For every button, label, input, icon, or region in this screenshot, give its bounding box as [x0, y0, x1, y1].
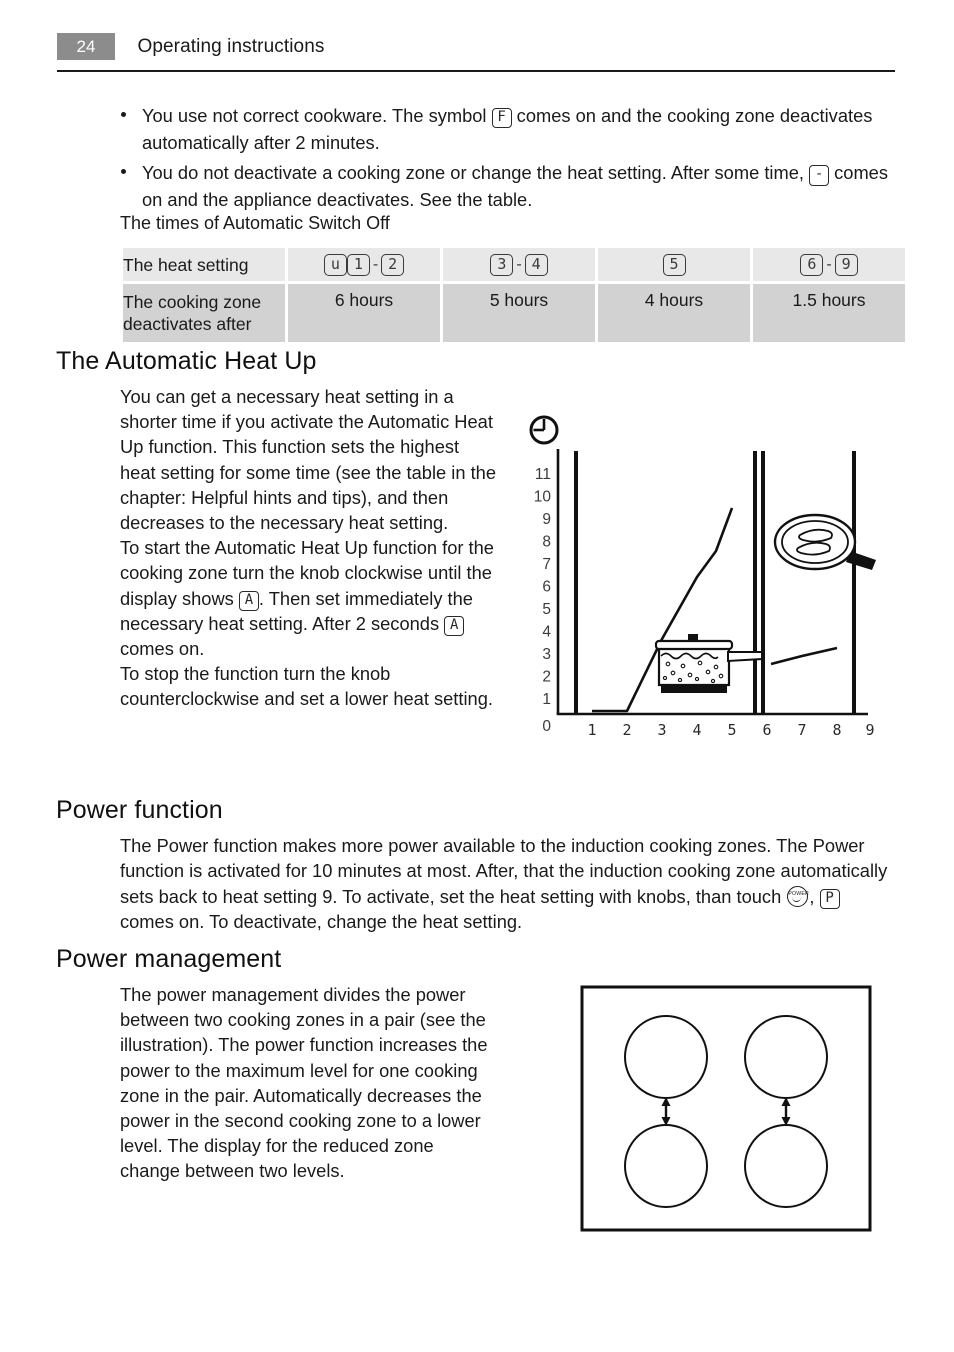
range-separator: -: [516, 256, 522, 273]
automatic-heat-up-chart: 11 10 9 8 7 6 5 4 3 2 1 0 1 2 3 4 5 6 7 …: [520, 405, 898, 760]
display-symbol-f: F: [491, 108, 512, 128]
table-row-heat-setting: The heat setting u1-2 3-4 5 6-9: [123, 248, 905, 281]
display-symbol: u: [323, 254, 347, 276]
bullet-dot-icon: [121, 169, 126, 174]
svg-text:5: 5: [727, 721, 736, 739]
svg-text:8: 8: [832, 721, 841, 739]
display-symbol: 5: [662, 254, 686, 276]
paragraph: You can get a necessary heat setting in …: [120, 386, 496, 534]
section-heading-power-function: Power function: [56, 796, 223, 824]
paragraph: To start the Automatic Heat Up function …: [120, 535, 498, 661]
svg-text:2: 2: [622, 721, 631, 739]
table-row-deactivation-time: The cooking zone deactivates after 6 hou…: [123, 284, 905, 342]
svg-text:7: 7: [797, 721, 806, 739]
page-header: 24 Operating instructions: [57, 33, 897, 73]
range-separator: -: [372, 256, 379, 273]
svg-text:1: 1: [587, 721, 596, 739]
svg-text:6: 6: [762, 721, 771, 739]
section-heading-automatic-heat-up: The Automatic Heat Up: [56, 347, 317, 375]
paragraph-text: The Power function makes more power avai…: [120, 835, 888, 907]
chart-y-tick-labels: 11 10 9 8 7 6 5 4 3 2 1 0: [534, 466, 552, 735]
svg-text:7: 7: [542, 556, 551, 573]
row-header-heat-setting: The heat setting: [123, 248, 285, 281]
section-heading-power-management: Power management: [56, 945, 282, 973]
table-cell-heat-setting-3: 5: [598, 248, 750, 281]
svg-text:0: 0: [542, 718, 551, 735]
display-symbol-p: P: [819, 888, 840, 909]
table-caption: The times of Automatic Switch Off: [120, 213, 390, 233]
table-cell-time-4: 1.5 hours: [753, 284, 905, 342]
svg-text:8: 8: [542, 534, 551, 551]
svg-text:5: 5: [542, 601, 551, 618]
svg-text:6: 6: [542, 579, 551, 596]
bullet-text-before: You use not correct cookware. The symbol: [142, 105, 487, 126]
frying-pan-icon: [773, 513, 876, 571]
svg-text:4: 4: [692, 721, 701, 739]
display-symbol-dash: -: [809, 165, 830, 186]
svg-text:3: 3: [657, 721, 666, 739]
row-header-deactivates-after: The cooking zone deactivates after: [123, 284, 285, 342]
display-symbol-a: A: [444, 615, 465, 636]
chart-series-normal-heating: [770, 646, 838, 666]
table-cell-time-1: 6 hours: [288, 284, 440, 342]
page-number-badge: 24: [57, 33, 115, 60]
saucepan-icon: [654, 634, 763, 693]
table-cell-heat-setting-1: u1-2: [288, 248, 440, 281]
hob-illustration: [580, 985, 872, 1232]
svg-text:9: 9: [542, 511, 551, 528]
power-icon-label: POWER: [788, 890, 809, 897]
table-cell-time-3: 4 hours: [598, 284, 750, 342]
bullet-text-before: You do not deactivate a cooking zone or …: [142, 162, 804, 183]
section-body-power-function: The Power function makes more power avai…: [120, 833, 896, 935]
svg-text:1: 1: [542, 691, 551, 708]
list-item: You do not deactivate a cooking zone or …: [118, 160, 896, 213]
table-cell-time-2: 5 hours: [443, 284, 595, 342]
document-page: 24 Operating instructions You use not co…: [0, 0, 954, 1352]
display-symbol-a: A: [238, 590, 259, 611]
svg-text:4: 4: [542, 624, 551, 641]
clock-icon: [529, 415, 559, 445]
display-symbol: 3: [490, 254, 514, 276]
page-title: Operating instructions: [137, 36, 325, 57]
header-divider: [57, 70, 895, 72]
section-body-automatic-heat-up: You can get a necessary heat setting in …: [120, 384, 498, 712]
display-symbol: 2: [381, 254, 405, 276]
display-symbol: 6: [800, 254, 824, 276]
display-symbol: 9: [834, 254, 858, 276]
svg-text:11: 11: [535, 466, 551, 483]
table-cell-heat-setting-4: 6-9: [753, 248, 905, 281]
paragraph: To stop the function turn the knob count…: [120, 663, 493, 710]
power-touch-icon: POWER: [787, 885, 809, 907]
table-cell-heat-setting-2: 3-4: [443, 248, 595, 281]
svg-text:2: 2: [542, 669, 551, 686]
svg-text:10: 10: [534, 489, 552, 506]
section-body-power-management: The power management divides the power b…: [120, 984, 488, 1182]
display-symbol: 1: [346, 254, 370, 276]
paragraph-text: comes on.: [120, 638, 205, 660]
switch-off-times-table: The heat setting u1-2 3-4 5 6-9 The cook…: [120, 245, 908, 345]
display-symbol: 4: [524, 254, 548, 276]
chart-x-tick-labels: 1 2 3 4 5 6 7 8 9: [587, 721, 874, 739]
bullet-dot-icon: [121, 112, 126, 117]
svg-text:3: 3: [542, 646, 551, 663]
range-separator: -: [826, 256, 832, 273]
power-icon-chevron: [791, 897, 801, 903]
paragraph-text: comes on. To deactivate, change the heat…: [120, 911, 523, 933]
comma-separator: ,: [809, 885, 815, 907]
list-item: You use not correct cookware. The symbol…: [118, 103, 896, 156]
bullet-list: You use not correct cookware. The symbol…: [118, 103, 896, 217]
svg-text:9: 9: [865, 721, 874, 739]
